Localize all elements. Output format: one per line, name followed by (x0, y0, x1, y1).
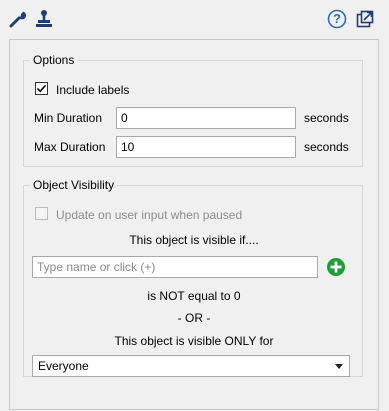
audience-select-value: Everyone (38, 359, 89, 373)
help-icon[interactable]: ? (327, 9, 347, 29)
min-duration-unit: seconds (304, 111, 349, 125)
max-duration-unit: seconds (304, 140, 349, 154)
min-duration-label: Min Duration (34, 111, 103, 125)
plus-circle-icon[interactable] (326, 257, 346, 277)
condition-text: is NOT equal to 0 (147, 289, 241, 303)
max-duration-label: Max Duration (34, 140, 106, 154)
min-duration-input[interactable] (116, 107, 296, 129)
options-group-title: Options (30, 53, 78, 67)
properties-panel: Options Include labels Min Duration seco… (9, 39, 379, 410)
update-on-input-checkbox[interactable] (35, 207, 48, 220)
audience-select[interactable]: Everyone (32, 355, 350, 377)
visible-only-for-label: This object is visible ONLY for (114, 334, 274, 348)
stamp-icon[interactable] (34, 9, 54, 29)
include-labels-label[interactable]: Include labels (56, 83, 129, 97)
visible-if-label: This object is visible if.... (129, 233, 259, 247)
help-glyph: ? (333, 11, 341, 26)
object-name-input[interactable] (32, 256, 318, 278)
chevron-down-icon (335, 364, 343, 369)
max-duration-input[interactable] (116, 136, 296, 158)
or-separator: - OR - (177, 311, 211, 325)
wrench-icon[interactable] (8, 9, 28, 29)
popout-icon[interactable] (355, 9, 375, 29)
update-on-input-label[interactable]: Update on user input when paused (56, 208, 242, 222)
include-labels-checkbox[interactable] (35, 82, 48, 95)
object-visibility-group-title: Object Visibility (30, 178, 118, 192)
